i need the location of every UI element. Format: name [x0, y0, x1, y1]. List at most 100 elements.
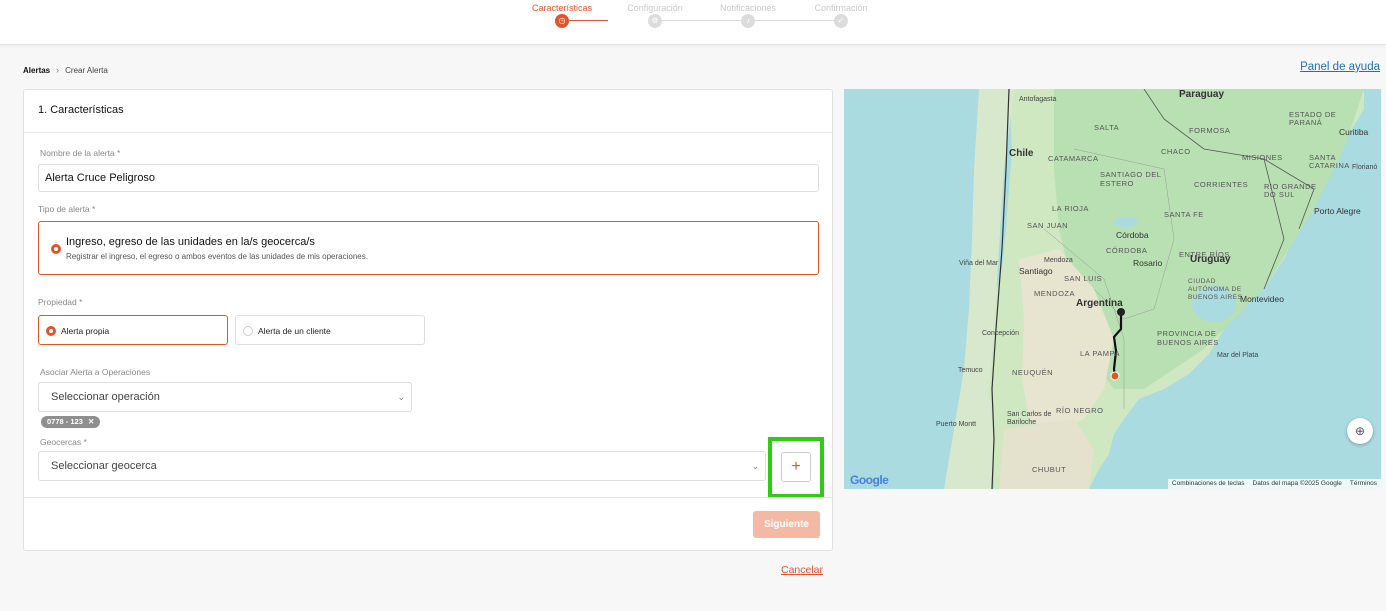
operations-placeholder: Seleccionar operación	[51, 391, 160, 403]
map-label-bariloche: San Carlos de Bariloche	[1007, 411, 1052, 426]
property-option-label: Alerta de un cliente	[258, 326, 331, 336]
map-label-mendoza-province: MENDOZA	[1034, 289, 1075, 298]
map-label-cordoba: Córdoba	[1116, 230, 1149, 240]
map-label-la-pampa: LA PAMPA	[1080, 349, 1120, 358]
locate-icon[interactable]: ⊕	[1347, 418, 1373, 444]
radio-selected-icon	[46, 326, 56, 336]
map-label-puerto-montt: Puerto Montt	[936, 421, 977, 428]
alert-type-description: Registrar el ingreso, el egreso o ambos …	[66, 252, 368, 261]
alert-type-title: Ingreso, egreso de las unidades en la/s …	[66, 236, 315, 248]
map-label-neuquen: NEUQUÉN	[1012, 368, 1054, 377]
step-notificaciones[interactable]: Notificaciones ♪	[708, 3, 788, 28]
map-label-curitiba: Curitiba	[1339, 127, 1369, 137]
step-label: Características	[531, 3, 593, 13]
step-caracteristicas[interactable]: Características ◷	[522, 3, 602, 28]
map-keyboard-shortcuts[interactable]: Combinaciones de teclas	[1172, 480, 1245, 488]
step-label: Configuración	[627, 3, 683, 13]
map-label-la-rioja: LA RIOJA	[1052, 204, 1089, 213]
map-label-san-luis: SAN LUIS	[1064, 274, 1103, 283]
step-label: Notificaciones	[719, 3, 777, 13]
map-label-temuco: Temuco	[958, 367, 983, 374]
map-label-rosario: Rosario	[1133, 258, 1163, 268]
next-button[interactable]: Siguiente	[753, 511, 820, 538]
section-title: 1. Características	[38, 104, 124, 116]
operations-label: Asociar Alerta a Operaciones	[40, 367, 151, 377]
map-label-santiago: Santiago	[1019, 266, 1053, 276]
map-label-porto-alegre: Porto Alegre	[1314, 206, 1361, 216]
map-label-catamarca: CATAMARCA	[1048, 154, 1099, 163]
help-panel-link[interactable]: Panel de ayuda	[1300, 61, 1380, 73]
clock-icon: ◷	[555, 14, 569, 28]
map-label-rio-negro: RÍO NEGRO	[1056, 406, 1104, 415]
property-own-alert[interactable]: Alerta propia	[38, 315, 228, 345]
map-data-attribution: Datos del mapa ©2025 Google	[1252, 480, 1342, 487]
operation-chip-label: 0778 - 123	[47, 417, 83, 426]
map-footer: Combinaciones de teclas Datos del mapa ©…	[1167, 479, 1381, 489]
map-label-san-juan: SAN JUAN	[1027, 221, 1069, 230]
breadcrumb-alertas[interactable]: Alertas	[23, 66, 50, 75]
map-label-santa-catarina: SANTA CATARINA	[1309, 153, 1350, 170]
map-label-caba: CIUDAD AUTÓNOMA DE BUENOS AIRES	[1188, 278, 1243, 301]
google-logo: Google	[850, 473, 889, 487]
map-label-santiago-del-estero: SANTIAGO DEL ESTERO	[1100, 170, 1162, 188]
operation-chip: 0778 - 123 ✕	[41, 416, 101, 428]
map-terrain	[844, 89, 1381, 489]
chevron-right-icon: ›	[56, 65, 60, 75]
map-label-misiones: MISIONES	[1242, 153, 1283, 162]
name-label: Nombre de la alerta *	[40, 148, 121, 158]
property-label: Propiedad *	[38, 297, 83, 307]
map-label-rio-grande-do-sul: RIO GRANDE DO SUL	[1264, 182, 1317, 199]
close-icon[interactable]: ✕	[88, 417, 94, 426]
map-label-chubut: CHUBUT	[1032, 465, 1067, 474]
map-label-mar-del-plata: Mar del Plata	[1217, 352, 1259, 359]
map-view[interactable]: Paraguay Chile Argentina Uruguay Antofag…	[844, 89, 1381, 489]
map-terms-link[interactable]: Términos	[1350, 480, 1377, 488]
map-label-cordoba-province: CÓRDOBA	[1106, 246, 1148, 255]
cancel-link[interactable]: Cancelar	[781, 564, 823, 576]
chevron-down-icon: ⌄	[751, 461, 759, 471]
map-label-parana: ESTADO DE PARANÁ	[1289, 110, 1337, 127]
map-label-antofagasta: Antofagasta	[1019, 96, 1057, 103]
breadcrumb-current: Crear Alerta	[65, 65, 108, 75]
property-option-label: Alerta propia	[61, 326, 110, 336]
operations-select[interactable]: Seleccionar operación ⌄	[38, 382, 412, 412]
map-label-formosa: FORMOSA	[1189, 126, 1231, 135]
step-label: Confirmación	[814, 3, 868, 13]
geofence-placeholder: Seleccionar geocerca	[51, 460, 157, 472]
map-label-provincia-buenos-aires: PROVINCIA DE BUENOS AIRES	[1157, 329, 1219, 347]
map-label-salta: SALTA	[1094, 123, 1120, 132]
characteristics-card: 1. Características Nombre de la alerta *…	[23, 89, 833, 551]
geofence-label: Geocercas *	[40, 437, 87, 447]
step-connector	[569, 20, 608, 21]
map-label-chaco: CHACO	[1161, 147, 1191, 156]
step-connector	[755, 20, 841, 21]
add-geofence-button[interactable]: +	[781, 452, 811, 482]
map-label-concepcion: Concepción	[982, 330, 1019, 337]
map-label-paraguay: Paraguay	[1179, 89, 1225, 100]
map-label-vina-del-mar: Viña del Mar	[959, 260, 999, 267]
map-label-entre-rios: ENTRE RÍOS	[1179, 250, 1230, 259]
step-confirmacion[interactable]: Confirmación ✓	[801, 3, 881, 28]
map-label-corrientes: CORRIENTES	[1194, 180, 1249, 189]
map-label-chile: Chile	[1009, 148, 1034, 159]
breadcrumb: Alertas › Crear Alerta	[23, 65, 108, 75]
property-client-alert[interactable]: Alerta de un cliente	[235, 315, 425, 345]
divider	[24, 132, 832, 133]
bell-icon: ♪	[741, 14, 755, 28]
step-configuracion[interactable]: Configuración ⚙	[615, 3, 695, 28]
chevron-down-icon: ⌄	[397, 392, 405, 402]
divider	[24, 497, 832, 498]
type-label: Tipo de alerta *	[38, 204, 96, 214]
alert-type-option[interactable]: Ingreso, egreso de las unidades en la/s …	[38, 221, 819, 275]
map-label-santa-fe: SANTA FE	[1164, 210, 1204, 219]
check-icon: ✓	[834, 14, 848, 28]
alert-name-input[interactable]: Alerta Cruce Peligroso	[38, 164, 819, 192]
radio-empty-icon	[243, 326, 253, 336]
map-label-argentina: Argentina	[1076, 298, 1123, 309]
stepper-bar: Características ◷ Configuración ⚙ Notifi…	[0, 0, 1386, 45]
map-label-montevideo: Montevideo	[1240, 294, 1284, 304]
gear-icon: ⚙	[648, 14, 662, 28]
map-label-mendoza: Mendoza	[1044, 257, 1073, 264]
geofence-select[interactable]: Seleccionar geocerca ⌄	[38, 451, 766, 481]
map-label-florianopolis: Florianó	[1352, 164, 1378, 171]
